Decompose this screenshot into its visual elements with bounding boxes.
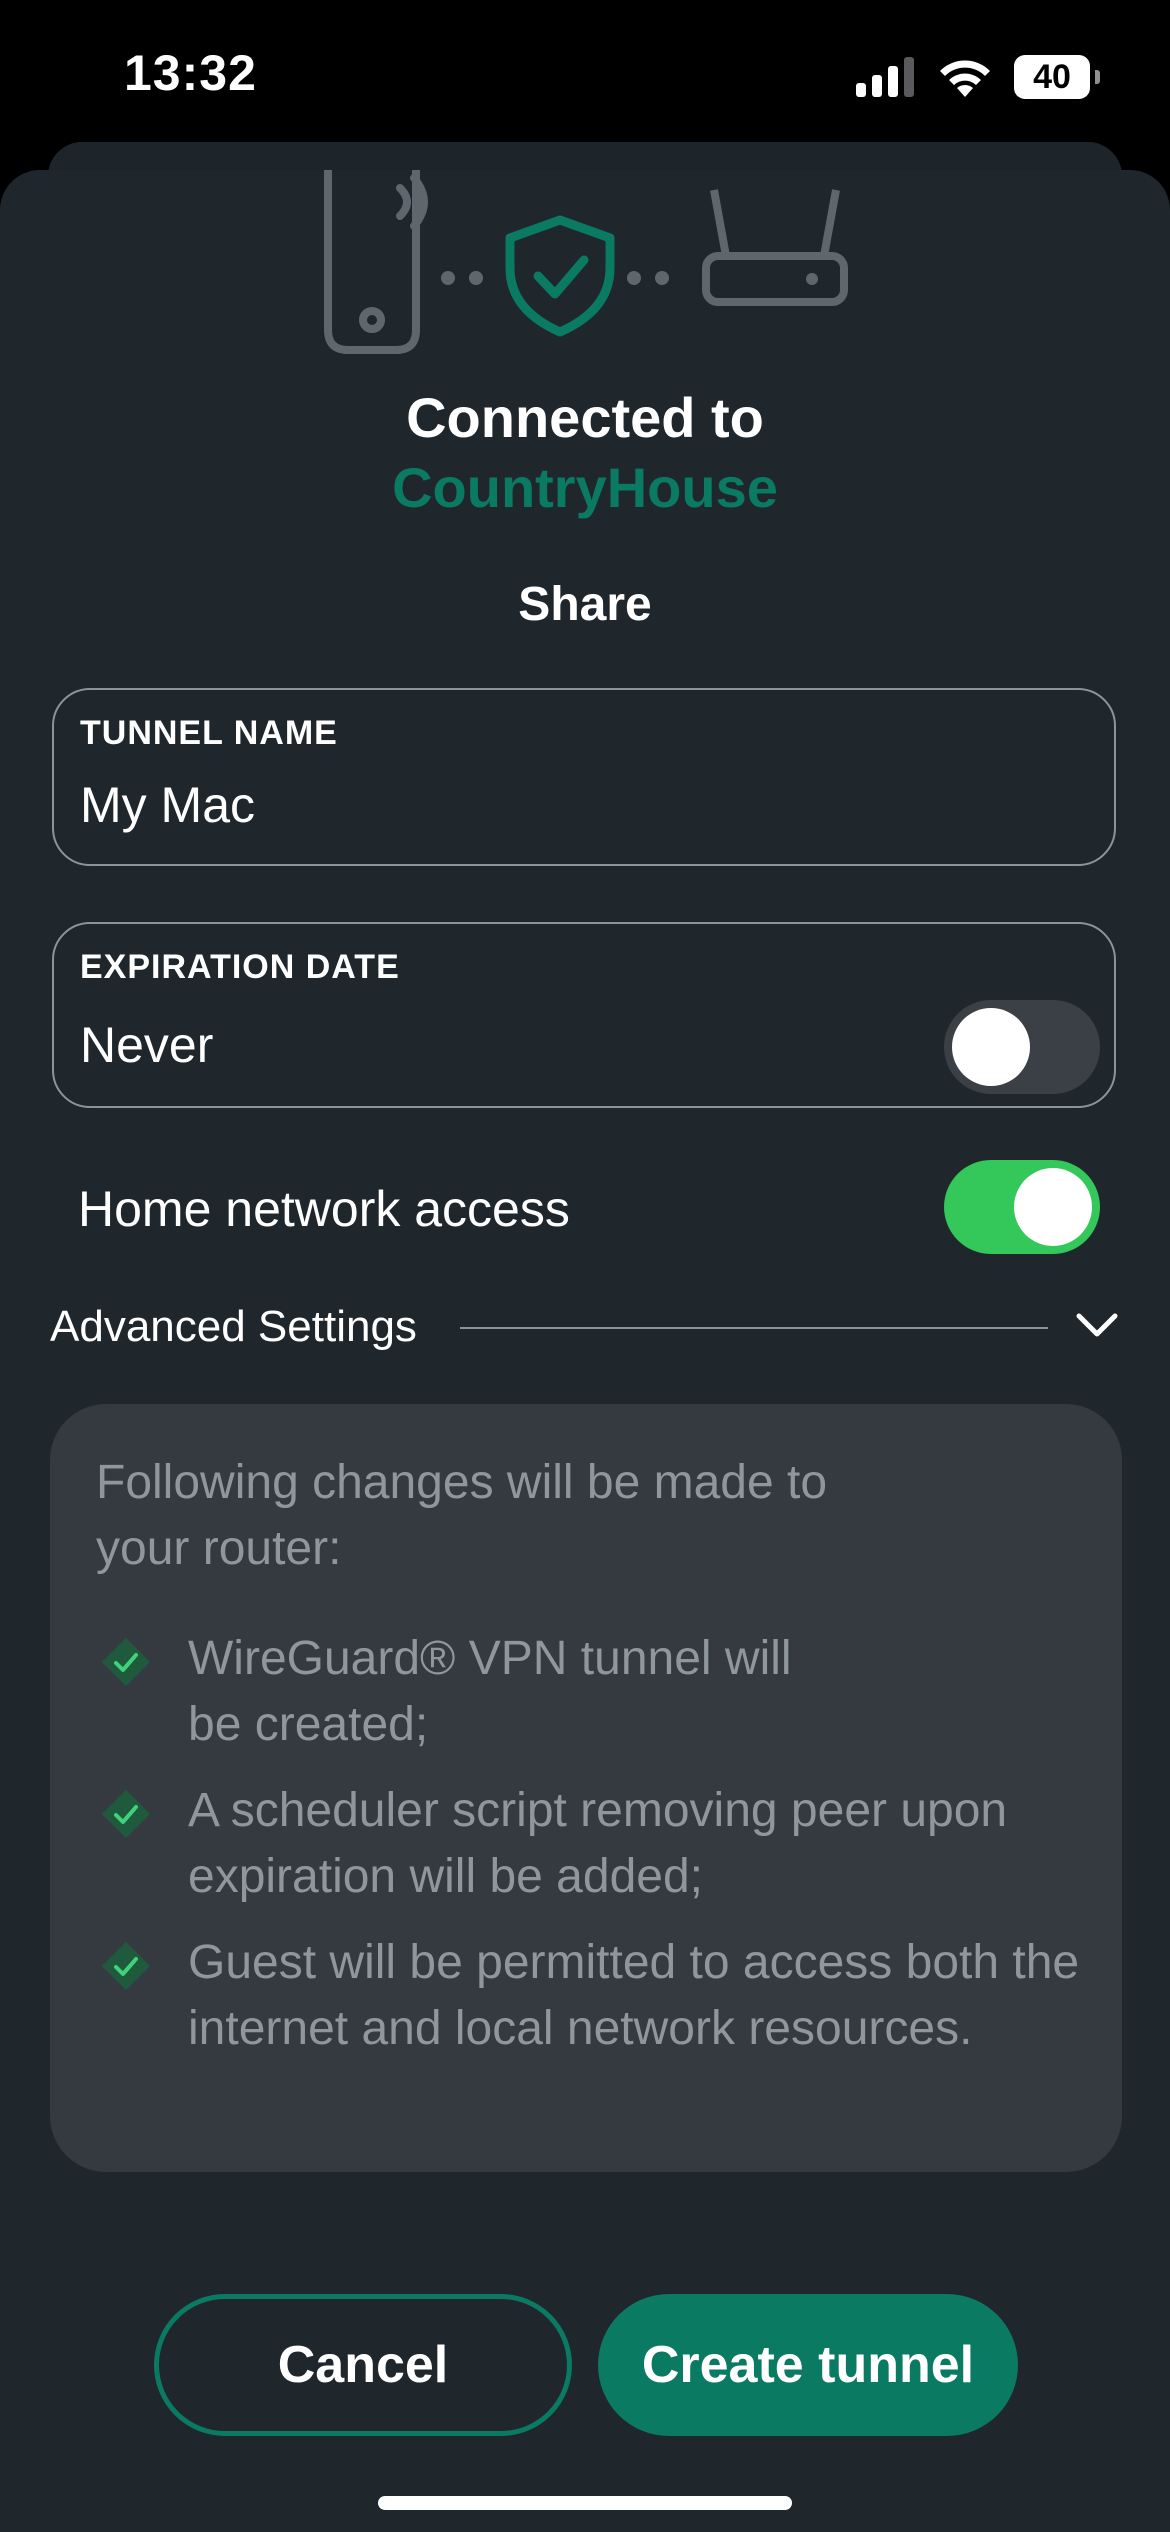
check-diamond-icon — [102, 1942, 150, 1990]
cancel-button[interactable]: Cancel — [154, 2294, 572, 2436]
list-item-text: A scheduler script removing peer upon ex… — [188, 1784, 1008, 1903]
create-tunnel-button[interactable]: Create tunnel — [598, 2294, 1018, 2436]
tunnel-name-field[interactable]: TUNNEL NAME My Mac — [52, 688, 1116, 866]
toggle-knob — [952, 1008, 1030, 1086]
home-network-access-toggle[interactable] — [944, 1160, 1100, 1254]
status-icons: 40 — [856, 52, 1100, 102]
wifi-icon — [940, 60, 990, 97]
home-indicator[interactable] — [378, 2496, 792, 2510]
router-name: CountryHouse — [392, 456, 778, 519]
list-item-text: Guest will be permitted to access both t… — [188, 1936, 1080, 2055]
phone-icon — [324, 170, 428, 354]
status-time: 13:32 — [124, 45, 257, 101]
status-bar: 13:32 40 — [0, 0, 1170, 150]
check-diamond-icon — [102, 1638, 150, 1686]
check-diamond-icon — [102, 1790, 150, 1838]
share-heading: Share — [518, 578, 652, 631]
home-network-access-label: Home network access — [78, 1181, 570, 1237]
cellular-signal-icon — [856, 57, 914, 97]
expiration-toggle[interactable] — [944, 1000, 1100, 1094]
expiration-date-label: EXPIRATION DATE — [80, 948, 400, 986]
changes-info-heading: Following changes will be made to your r… — [96, 1456, 828, 1575]
battery-level: 40 — [1033, 58, 1071, 96]
connection-illustration — [324, 170, 848, 354]
expiration-date-value: Never — [80, 1017, 214, 1073]
tunnel-name-value[interactable]: My Mac — [80, 776, 255, 834]
tunnel-name-label: TUNNEL NAME — [80, 714, 338, 752]
chevron-down-icon[interactable] — [1074, 1306, 1120, 1342]
list-item-text: WireGuard® VPN tunnel will be created; — [188, 1632, 792, 1751]
advanced-settings-label[interactable]: Advanced Settings — [50, 1302, 417, 1352]
shield-check-icon — [505, 215, 615, 337]
battery-icon: 40 — [1014, 55, 1100, 99]
share-sheet: Connected to CountryHouse Share TUNNEL N… — [0, 170, 1170, 2532]
changes-info-card: Following changes will be made to your r… — [50, 1404, 1122, 2172]
connection-title: Connected to — [406, 386, 764, 449]
toggle-knob — [1014, 1168, 1092, 1246]
router-icon — [702, 189, 848, 306]
advanced-settings-divider — [460, 1327, 1048, 1329]
